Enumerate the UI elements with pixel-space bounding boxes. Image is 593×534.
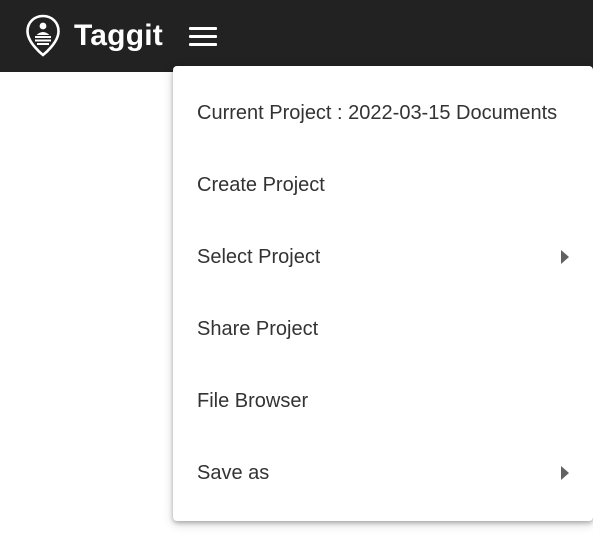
menu-item-label: Create Project (197, 174, 325, 196)
menu-item-file-browser[interactable]: File Browser (173, 365, 593, 437)
location-pin-icon[interactable] (25, 14, 61, 58)
menu-item-create-project[interactable]: Create Project (173, 149, 593, 221)
chevron-right-icon (561, 250, 569, 264)
hamburger-menu-icon (189, 27, 217, 30)
menu-item-label: Select Project (197, 246, 321, 268)
menu-item-current-project[interactable]: Current Project : 2022-03-15 Documents (173, 77, 593, 149)
hamburger-menu-icon-line (189, 43, 217, 46)
hamburger-menu-button[interactable] (184, 20, 222, 54)
chevron-right-icon (561, 466, 569, 480)
menu-item-select-project[interactable]: Select Project (173, 221, 593, 293)
menu-item-save-as[interactable]: Save as (173, 437, 593, 509)
project-menu-dropdown: Current Project : 2022-03-15 Documents C… (173, 66, 593, 521)
app-title: Taggit (74, 19, 163, 52)
menu-item-label: Share Project (197, 318, 319, 340)
menu-item-label: Current Project : 2022-03-15 Documents (197, 102, 558, 124)
menu-item-label: Save as (197, 462, 270, 484)
hamburger-menu-icon-line (189, 35, 217, 38)
menu-item-label: File Browser (197, 390, 309, 412)
app-header: Taggit (0, 0, 593, 72)
menu-item-share-project[interactable]: Share Project (173, 293, 593, 365)
